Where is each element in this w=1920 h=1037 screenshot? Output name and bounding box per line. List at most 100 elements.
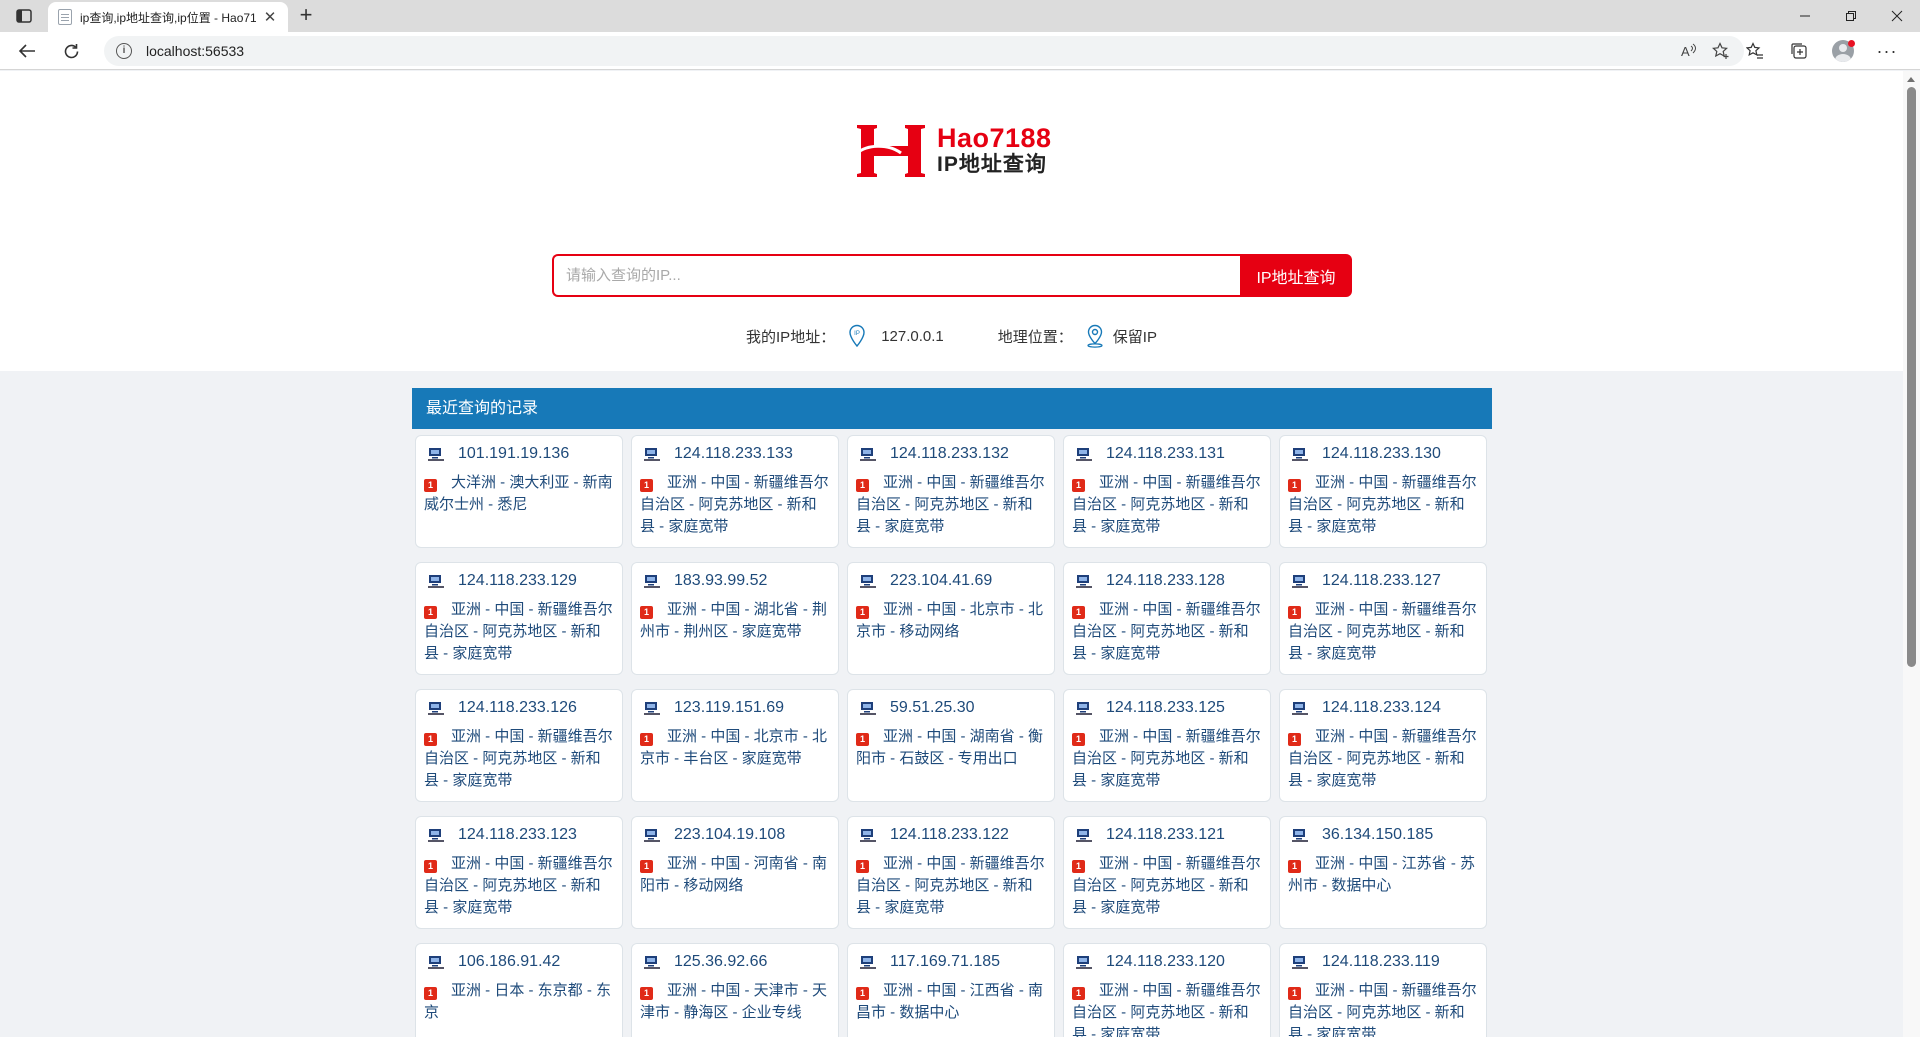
record-location: 亚洲 - 中国 - 北京市 - 北京市 - 丰台区 - 家庭宽带 (640, 728, 827, 767)
record-ip[interactable]: 124.118.233.123 (458, 826, 577, 844)
logo-brand-text: Hao7188 (937, 123, 1052, 153)
recent-record-card[interactable]: 124.118.233.124 1 亚洲 - 中国 - 新疆维吾尔自治区 - 阿克… (1279, 689, 1487, 802)
new-tab-icon[interactable]: + (294, 4, 318, 28)
my-ip-value: 127.0.0.1 (881, 327, 944, 345)
record-ip[interactable]: 124.118.233.125 (1106, 699, 1225, 717)
record-location: 亚洲 - 中国 - 新疆维吾尔自治区 - 阿克苏地区 - 新和县 - 家庭宽带 (1288, 474, 1477, 535)
recent-record-card[interactable]: 124.118.233.131 1 亚洲 - 中国 - 新疆维吾尔自治区 - 阿克… (1063, 435, 1271, 548)
ip-search-input[interactable] (552, 254, 1240, 297)
record-location: 亚洲 - 中国 - 新疆维吾尔自治区 - 阿克苏地区 - 新和县 - 家庭宽带 (1288, 728, 1477, 789)
flag-icon: 1 (640, 479, 653, 492)
recent-record-card[interactable]: 36.134.150.185 1 亚洲 - 中国 - 江苏省 - 苏州市 - 数据… (1279, 816, 1487, 929)
flag-icon: 1 (856, 860, 869, 873)
record-location: 亚洲 - 中国 - 湖南省 - 衡阳市 - 石鼓区 - 专用出口 (856, 728, 1043, 767)
record-ip[interactable]: 101.191.19.136 (458, 445, 569, 463)
favorites-icon[interactable] (1742, 39, 1768, 63)
record-ip[interactable]: 106.186.91.42 (458, 953, 560, 971)
logo-subtitle-text: IP地址查询 (937, 153, 1047, 176)
back-arrow-icon[interactable] (14, 39, 40, 63)
recent-record-card[interactable]: 124.118.233.122 1 亚洲 - 中国 - 新疆维吾尔自治区 - 阿克… (847, 816, 1055, 929)
computer-icon (1076, 956, 1092, 969)
refresh-icon[interactable] (58, 39, 84, 63)
recent-record-card[interactable]: 101.191.19.136 1 大洋洲 - 澳大利亚 - 新南威尔士州 - 悉尼 (415, 435, 623, 548)
flag-icon: 1 (1072, 987, 1085, 1000)
record-ip[interactable]: 123.119.151.69 (674, 699, 784, 717)
record-ip[interactable]: 124.118.233.132 (890, 445, 1009, 463)
flag-icon: 1 (640, 733, 653, 746)
recent-record-card[interactable]: 124.118.233.133 1 亚洲 - 中国 - 新疆维吾尔自治区 - 阿克… (631, 435, 839, 548)
url-text[interactable]: localhost:56533 (146, 43, 244, 59)
address-bar[interactable]: i localhost:56533 A (104, 36, 1744, 66)
record-ip[interactable]: 124.118.233.124 (1322, 699, 1441, 717)
flag-icon: 1 (424, 860, 437, 873)
record-ip[interactable]: 124.118.233.130 (1322, 445, 1441, 463)
minimize-icon[interactable] (1782, 0, 1828, 32)
recent-record-card[interactable]: 223.104.19.108 1 亚洲 - 中国 - 河南省 - 南阳市 - 移动… (631, 816, 839, 929)
recent-record-card[interactable]: 124.118.233.126 1 亚洲 - 中国 - 新疆维吾尔自治区 - 阿克… (415, 689, 623, 802)
record-ip[interactable]: 124.118.233.128 (1106, 572, 1225, 590)
record-ip[interactable]: 59.51.25.30 (890, 699, 975, 717)
scroll-up-arrow-icon[interactable] (1907, 77, 1915, 82)
computer-icon (644, 829, 660, 842)
record-ip[interactable]: 223.104.19.108 (674, 826, 785, 844)
recent-record-card[interactable]: 124.118.233.125 1 亚洲 - 中国 - 新疆维吾尔自治区 - 阿克… (1063, 689, 1271, 802)
record-ip[interactable]: 124.118.233.122 (890, 826, 1009, 844)
recent-record-card[interactable]: 59.51.25.30 1 亚洲 - 中国 - 湖南省 - 衡阳市 - 石鼓区 -… (847, 689, 1055, 802)
favorite-star-icon[interactable] (1712, 42, 1730, 65)
ip-search-button[interactable]: IP地址查询 (1240, 254, 1352, 297)
record-location: 亚洲 - 中国 - 新疆维吾尔自治区 - 阿克苏地区 - 新和县 - 家庭宽带 (1288, 982, 1477, 1037)
profile-avatar-icon[interactable] (1830, 39, 1856, 63)
flag-icon: 1 (1288, 987, 1301, 1000)
recent-record-card[interactable]: 124.118.233.120 1 亚洲 - 中国 - 新疆维吾尔自治区 - 阿克… (1063, 943, 1271, 1037)
record-ip[interactable]: 223.104.41.69 (890, 572, 992, 590)
record-ip[interactable]: 124.118.233.127 (1322, 572, 1441, 590)
logo-h-icon (856, 125, 925, 177)
record-ip[interactable]: 117.169.71.185 (890, 953, 1000, 971)
computer-icon (428, 448, 444, 461)
collections-icon[interactable] (1786, 39, 1812, 63)
recent-record-card[interactable]: 124.118.233.119 1 亚洲 - 中国 - 新疆维吾尔自治区 - 阿克… (1279, 943, 1487, 1037)
record-ip[interactable]: 124.118.233.120 (1106, 953, 1225, 971)
recent-record-card[interactable]: 124.118.233.130 1 亚洲 - 中国 - 新疆维吾尔自治区 - 阿克… (1279, 435, 1487, 548)
record-ip[interactable]: 124.118.233.129 (458, 572, 577, 590)
browser-tab-active[interactable]: ip查询,ip地址查询,ip位置 - Hao7188 ✕ (48, 2, 288, 32)
flag-icon: 1 (856, 733, 869, 746)
recent-record-card[interactable]: 124.118.233.132 1 亚洲 - 中国 - 新疆维吾尔自治区 - 阿克… (847, 435, 1055, 548)
more-options-icon[interactable]: ··· (1874, 39, 1900, 63)
record-ip[interactable]: 124.118.233.133 (674, 445, 793, 463)
recent-record-card[interactable]: 223.104.41.69 1 亚洲 - 中国 - 北京市 - 北京市 - 移动网… (847, 562, 1055, 675)
recent-record-card[interactable]: 124.118.233.127 1 亚洲 - 中国 - 新疆维吾尔自治区 - 阿克… (1279, 562, 1487, 675)
record-ip[interactable]: 124.118.233.121 (1106, 826, 1225, 844)
record-ip[interactable]: 124.118.233.131 (1106, 445, 1225, 463)
page-scrollbar[interactable] (1903, 71, 1920, 1037)
recent-record-card[interactable]: 124.118.233.121 1 亚洲 - 中国 - 新疆维吾尔自治区 - 阿克… (1063, 816, 1271, 929)
ip-search-form: IP地址查询 (552, 254, 1352, 297)
recent-record-card[interactable]: 124.118.233.128 1 亚洲 - 中国 - 新疆维吾尔自治区 - 阿克… (1063, 562, 1271, 675)
record-ip[interactable]: 124.118.233.126 (458, 699, 577, 717)
record-location: 亚洲 - 中国 - 新疆维吾尔自治区 - 阿克苏地区 - 新和县 - 家庭宽带 (424, 601, 613, 662)
recent-record-card[interactable]: 124.118.233.129 1 亚洲 - 中国 - 新疆维吾尔自治区 - 阿克… (415, 562, 623, 675)
record-location: 亚洲 - 中国 - 新疆维吾尔自治区 - 阿克苏地区 - 新和县 - 家庭宽带 (856, 855, 1045, 916)
record-ip[interactable]: 36.134.150.185 (1322, 826, 1433, 844)
close-window-icon[interactable] (1874, 0, 1920, 32)
flag-icon: 1 (1288, 479, 1301, 492)
computer-icon (860, 448, 876, 461)
flag-icon: 1 (1072, 479, 1085, 492)
recent-record-card[interactable]: 106.186.91.42 1 亚洲 - 日本 - 东京都 - 东京 (415, 943, 623, 1037)
record-ip[interactable]: 125.36.92.66 (674, 953, 767, 971)
scrollbar-thumb[interactable] (1907, 87, 1916, 667)
recent-record-card[interactable]: 125.36.92.66 1 亚洲 - 中国 - 天津市 - 天津市 - 静海区 … (631, 943, 839, 1037)
read-aloud-icon[interactable]: A (1680, 42, 1698, 65)
recent-record-card[interactable]: 183.93.99.52 1 亚洲 - 中国 - 湖北省 - 荆州市 - 荆州区 … (631, 562, 839, 675)
recent-record-card[interactable]: 117.169.71.185 1 亚洲 - 中国 - 江西省 - 南昌市 - 数据… (847, 943, 1055, 1037)
site-info-icon[interactable]: i (116, 43, 132, 59)
tab-actions-icon[interactable] (10, 5, 38, 27)
record-ip[interactable]: 124.118.233.119 (1322, 953, 1440, 971)
recent-record-card[interactable]: 124.118.233.123 1 亚洲 - 中国 - 新疆维吾尔自治区 - 阿克… (415, 816, 623, 929)
restore-icon[interactable] (1828, 0, 1874, 32)
recent-record-card[interactable]: 123.119.151.69 1 亚洲 - 中国 - 北京市 - 北京市 - 丰台… (631, 689, 839, 802)
tab-close-icon[interactable]: ✕ (262, 8, 278, 26)
site-logo[interactable]: Hao7188 IP地址查询 (855, 123, 1055, 183)
record-location: 大洋洲 - 澳大利亚 - 新南威尔士州 - 悉尼 (424, 474, 613, 513)
record-ip[interactable]: 183.93.99.52 (674, 572, 767, 590)
